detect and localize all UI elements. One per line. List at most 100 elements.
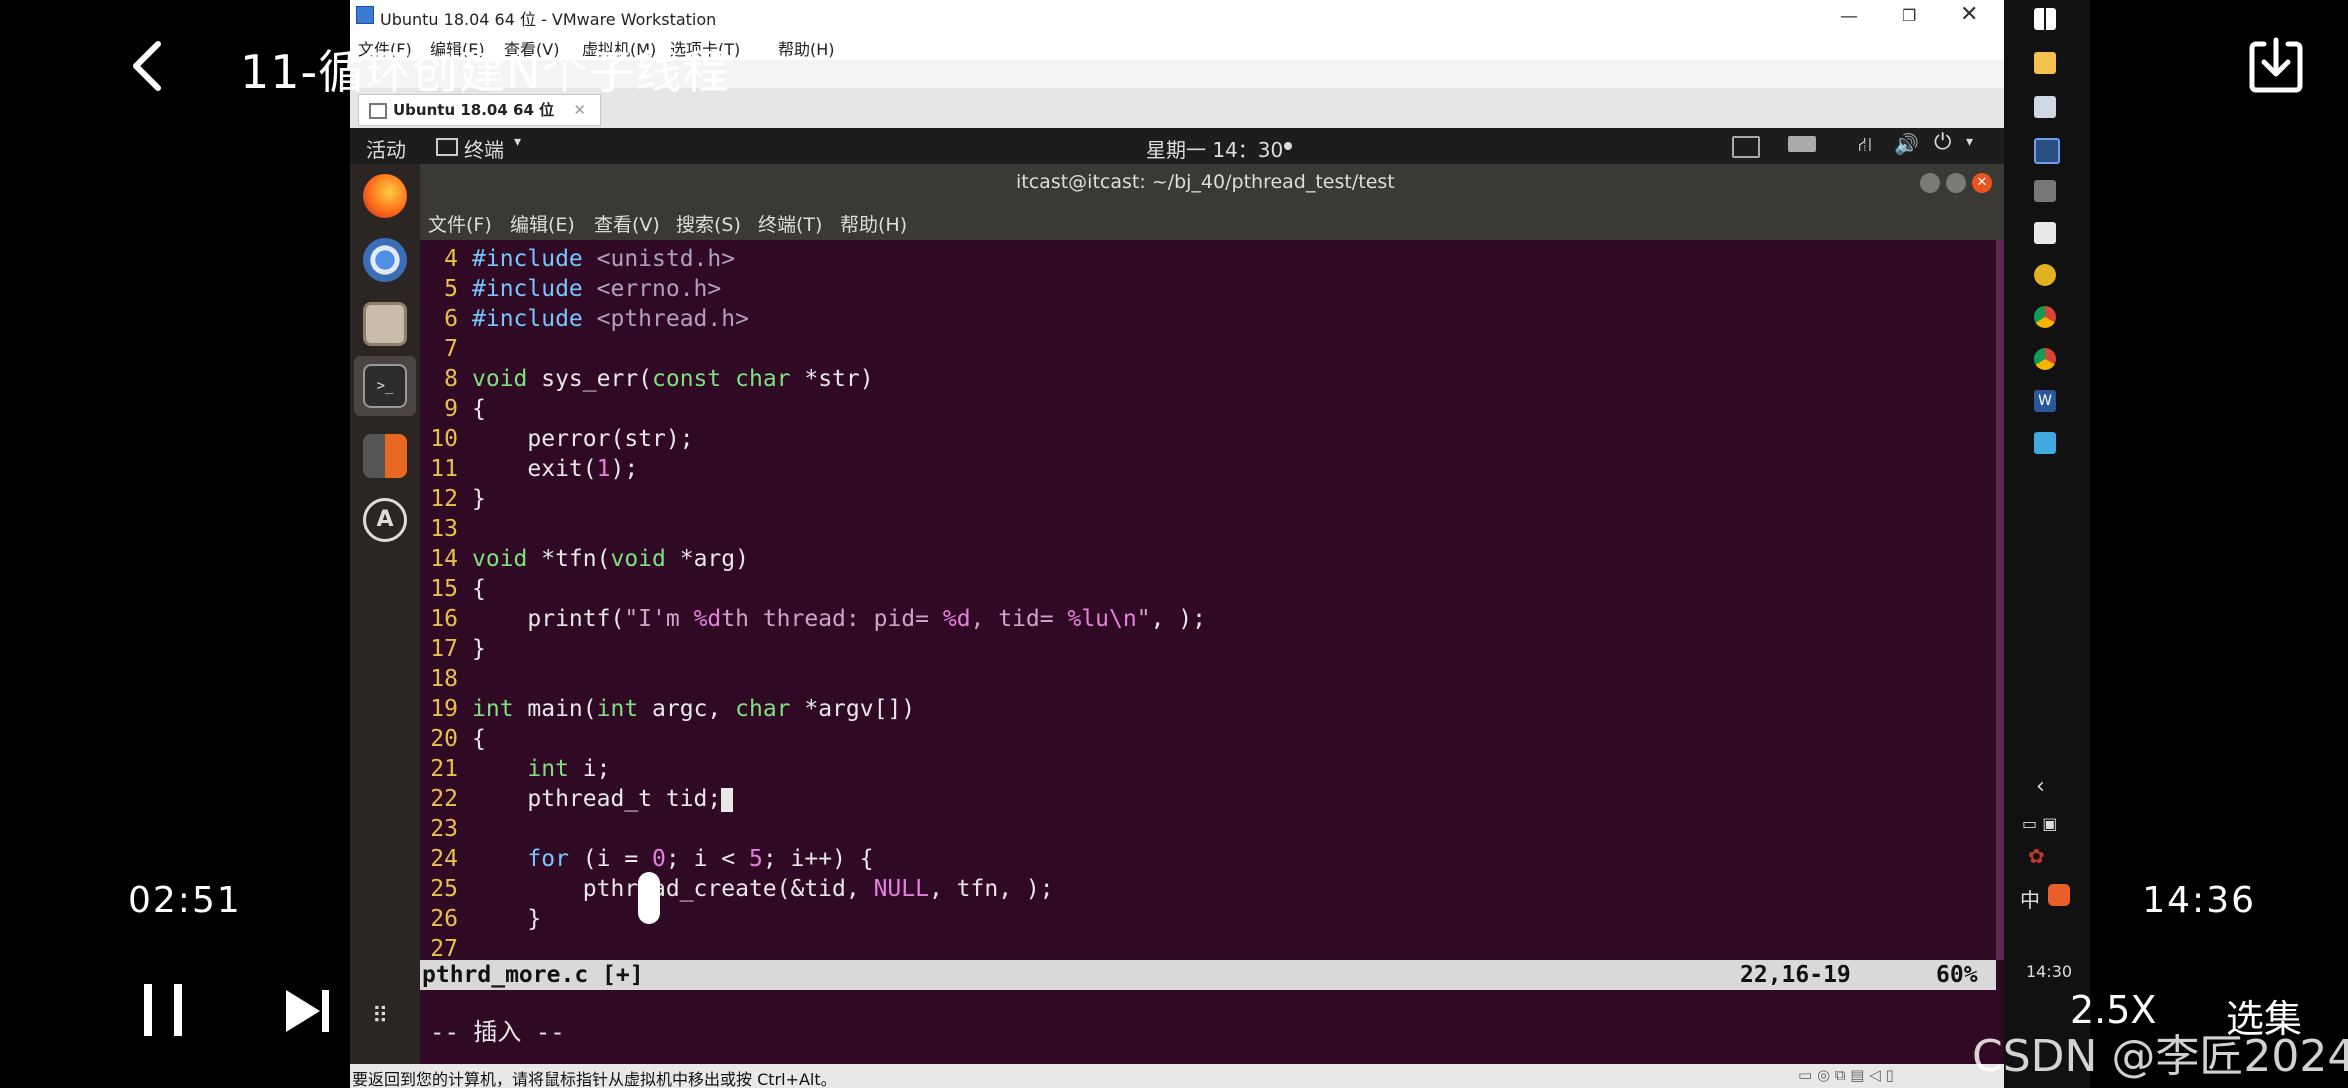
term-menu-help[interactable]: 帮助(H) <box>840 210 907 237</box>
video-title: 11-循环创建N个子线程 <box>240 45 730 99</box>
app-menu[interactable]: 终端 <box>464 134 504 163</box>
windows-start-icon[interactable] <box>2034 8 2056 30</box>
skip-next-icon[interactable] <box>282 986 332 1036</box>
chrome-icon[interactable] <box>2034 306 2056 328</box>
code-line: 22 pthread_t tid; <box>420 784 734 814</box>
vmware-window-title: Ubuntu 18.04 64 位 - VMware Workstation <box>380 10 717 29</box>
cloud-app-icon[interactable] <box>2034 432 2056 454</box>
pause-icon[interactable] <box>140 982 186 1038</box>
power-icon[interactable]: ⏻ <box>1934 130 1951 155</box>
code-token: <errno.h> <box>582 276 722 302</box>
code-line: 13 <box>420 514 472 544</box>
document-icon[interactable] <box>2034 222 2056 244</box>
term-menu-terminal[interactable]: 终端(T) <box>758 210 822 237</box>
line-number: 6 <box>444 306 458 332</box>
terminal-icon[interactable]: >_ <box>363 364 407 408</box>
close-icon[interactable]: ✕ <box>1972 173 1992 193</box>
code-token: char <box>735 366 791 392</box>
word-icon[interactable]: W <box>2034 390 2056 412</box>
download-icon[interactable] <box>2244 34 2308 98</box>
code-line: 17} <box>420 634 486 664</box>
chromium-icon[interactable] <box>363 238 407 282</box>
restore-icon[interactable]: ❐ <box>1902 6 1926 26</box>
tab-close-icon[interactable]: ✕ <box>573 101 586 119</box>
code-line: 19 int main(int argc, char *argv[]) <box>420 694 915 724</box>
code-token: *tfn( <box>527 546 611 572</box>
code-token: main( <box>513 696 597 722</box>
back-arrow-icon[interactable] <box>118 36 178 96</box>
taskbar-clock[interactable]: 14:30 <box>2026 962 2072 981</box>
vim-editor[interactable]: 4 #include <unistd.h> 5 #include <errno.h> 6… <box>420 240 2004 962</box>
line-number: 14 <box>430 546 458 572</box>
network-tray-icon[interactable]: ▭ ▣ <box>2022 814 2057 833</box>
vim-mode-indicator: -- 插入 -- <box>430 1018 565 1046</box>
code-token: ; i < <box>665 846 749 872</box>
tab-ubuntu-label: Ubuntu 18.04 64 位 <box>393 101 555 119</box>
minimize-icon[interactable] <box>1920 173 1940 193</box>
code-line: 20 { <box>420 724 486 754</box>
vim-statusline: pthrd_more.c [+] 22,16-19 60% <box>420 960 1996 990</box>
line-number: 26 <box>430 906 458 932</box>
chat-icon[interactable] <box>2034 96 2056 118</box>
close-icon[interactable]: ✕ <box>1960 2 1984 27</box>
line-number: 15 <box>430 576 458 602</box>
code-line: 5 #include <errno.h> <box>420 274 721 304</box>
terminal-scrollbar[interactable] <box>1996 240 2004 960</box>
vmware-window: Ubuntu 18.04 64 位 - VMware Workstation —… <box>350 0 2004 1088</box>
code-line: 18 <box>420 664 472 694</box>
speed-app-icon[interactable] <box>2034 264 2056 286</box>
calculator-icon[interactable] <box>363 434 407 478</box>
code-line: 8 void sys_err(const char *str) <box>420 364 873 394</box>
code-line: 24 for (i = 0; i < 5; i++) { <box>420 844 873 874</box>
file-explorer-icon[interactable] <box>2034 52 2056 74</box>
chrome-icon[interactable] <box>2034 348 2056 370</box>
show-apps-icon[interactable]: ⠿ <box>372 1004 388 1029</box>
windows-taskbar: W ‹ ▭ ▣ ✿ 中 14:30 <box>2004 0 2090 1088</box>
files-icon[interactable] <box>363 302 407 346</box>
maximize-icon[interactable] <box>1946 173 1966 193</box>
sogou-icon[interactable] <box>2048 884 2070 906</box>
code-line: 4 #include <unistd.h> <box>420 244 735 274</box>
menu-help[interactable]: 帮助(H) <box>778 36 835 60</box>
firefox-icon[interactable] <box>363 174 407 218</box>
code-token: } <box>472 906 542 932</box>
vmware-status-text: 要返回到您的计算机，请将鼠标指针从虚拟机中移出或按 Ctrl+Alt。 <box>352 1070 837 1088</box>
line-number: 24 <box>430 846 458 872</box>
vmware-taskbar-icon[interactable] <box>2034 138 2060 164</box>
device-icons[interactable]: ▭ ◎ ⧉ ▤ ◁ ▯ <box>1798 1066 1894 1084</box>
activities-button[interactable]: 活动 <box>366 134 406 163</box>
keyboard-icon[interactable] <box>1732 136 1760 158</box>
ime-indicator[interactable]: 中 <box>2020 884 2040 913</box>
tray-app-icon[interactable]: ✿ <box>2028 844 2045 868</box>
minimize-icon[interactable]: — <box>1840 6 1864 27</box>
network-icon[interactable]: ⛙ <box>1858 132 1872 159</box>
chevron-down-icon: ▾ <box>514 134 522 150</box>
code-token: int <box>472 696 514 722</box>
code-token: void <box>472 546 528 572</box>
line-number: 13 <box>430 516 458 542</box>
chevron-left-icon[interactable]: ‹ <box>2036 774 2045 799</box>
term-menu-file[interactable]: 文件(F) <box>428 210 492 237</box>
term-menu-search[interactable]: 搜索(S) <box>676 210 741 237</box>
code-token: char <box>735 696 791 722</box>
chevron-down-icon[interactable]: ▾ <box>1966 134 1973 150</box>
seek-handle[interactable] <box>638 872 660 924</box>
software-center-icon[interactable]: A <box>363 498 407 542</box>
terminal-app-icon <box>436 138 458 156</box>
code-token: NULL <box>873 876 929 902</box>
terminal-menubar: 文件(F) 编辑(E) 查看(V) 搜索(S) 终端(T) 帮助(H) <box>420 202 2004 240</box>
term-menu-view[interactable]: 查看(V) <box>594 210 660 237</box>
term-menu-edit[interactable]: 编辑(E) <box>510 210 575 237</box>
ubuntu-clock[interactable]: 星期一 14：30 <box>1146 134 1283 163</box>
code-token: " <box>1136 606 1151 632</box>
code-token: %lu\n <box>1067 606 1137 632</box>
code-token: , ); <box>1150 606 1206 632</box>
line-number: 25 <box>430 876 458 902</box>
code-token: void <box>472 366 528 392</box>
line-number: 9 <box>444 396 458 422</box>
volume-icon[interactable]: 🔊 <box>1894 132 1919 156</box>
code-line: 14 void *tfn(void *arg) <box>420 544 749 574</box>
code-token: <pthread.h> <box>582 306 749 332</box>
app-icon[interactable] <box>2034 180 2056 202</box>
input-method-icon[interactable] <box>1788 136 1816 152</box>
